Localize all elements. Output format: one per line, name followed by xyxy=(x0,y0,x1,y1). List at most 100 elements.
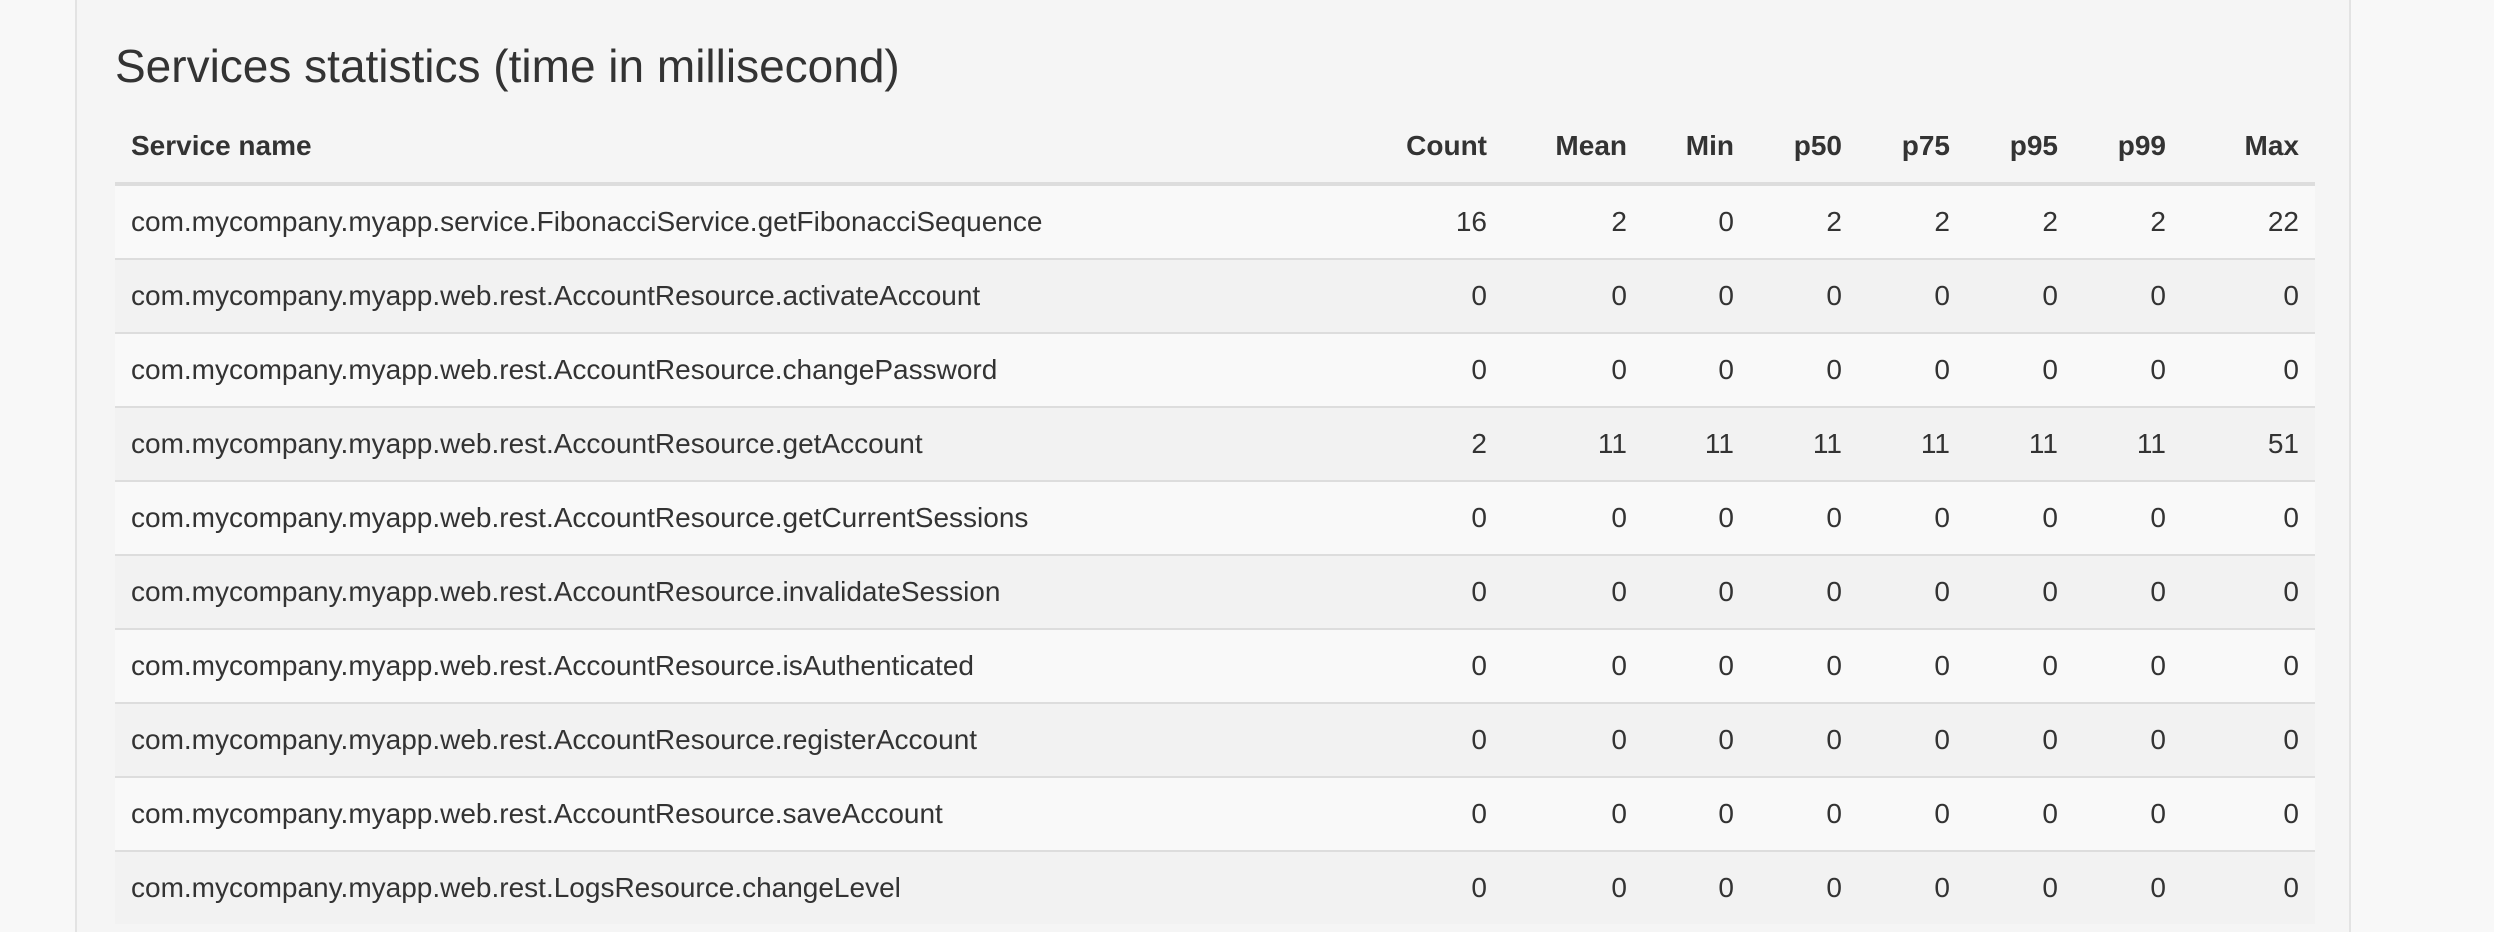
column-header-p75: p75 xyxy=(1858,110,1966,186)
max-cell: 0 xyxy=(2182,702,2315,777)
p75-cell: 0 xyxy=(1858,776,1966,851)
p99-cell: 0 xyxy=(2074,258,2182,333)
count-cell: 0 xyxy=(1378,776,1503,851)
min-cell: 0 xyxy=(1643,258,1750,333)
p99-cell: 0 xyxy=(2074,776,2182,851)
min-cell: 0 xyxy=(1643,702,1750,777)
page: Services statistics (time in millisecond… xyxy=(0,0,2494,932)
mean-cell: 0 xyxy=(1503,480,1643,555)
max-cell: 0 xyxy=(2182,258,2315,333)
p75-cell: 0 xyxy=(1858,702,1966,777)
service-name-cell: com.mycompany.myapp.service.FibonacciSer… xyxy=(115,183,1378,259)
column-header-min: Min xyxy=(1643,110,1750,186)
service-name-cell: com.mycompany.myapp.web.rest.AccountReso… xyxy=(115,332,1378,407)
p95-cell: 0 xyxy=(1966,850,2074,924)
count-cell: 0 xyxy=(1378,258,1503,333)
p75-cell: 0 xyxy=(1858,850,1966,924)
services-statistics-panel: Services statistics (time in millisecond… xyxy=(75,0,2351,932)
max-cell: 51 xyxy=(2182,406,2315,481)
mean-cell: 0 xyxy=(1503,332,1643,407)
table-row: com.mycompany.myapp.web.rest.AccountReso… xyxy=(115,554,2315,629)
mean-cell: 0 xyxy=(1503,628,1643,703)
mean-cell: 0 xyxy=(1503,258,1643,333)
max-cell: 0 xyxy=(2182,554,2315,629)
min-cell: 0 xyxy=(1643,776,1750,851)
p50-cell: 0 xyxy=(1750,628,1858,703)
p95-cell: 0 xyxy=(1966,702,2074,777)
column-header-service-name: Service name xyxy=(115,110,1378,186)
p75-cell: 0 xyxy=(1858,332,1966,407)
p99-cell: 0 xyxy=(2074,554,2182,629)
min-cell: 11 xyxy=(1643,406,1750,481)
p50-cell: 0 xyxy=(1750,480,1858,555)
p75-cell: 0 xyxy=(1858,480,1966,555)
table-body: com.mycompany.myapp.service.FibonacciSer… xyxy=(115,183,2315,924)
p75-cell: 0 xyxy=(1858,554,1966,629)
p99-cell: 0 xyxy=(2074,480,2182,555)
min-cell: 0 xyxy=(1643,554,1750,629)
service-name-cell: com.mycompany.myapp.web.rest.AccountReso… xyxy=(115,406,1378,481)
p75-cell: 0 xyxy=(1858,628,1966,703)
mean-cell: 0 xyxy=(1503,850,1643,924)
min-cell: 0 xyxy=(1643,332,1750,407)
count-cell: 16 xyxy=(1378,183,1503,259)
min-cell: 0 xyxy=(1643,628,1750,703)
count-cell: 0 xyxy=(1378,332,1503,407)
table-row: com.mycompany.myapp.web.rest.AccountReso… xyxy=(115,332,2315,407)
max-cell: 0 xyxy=(2182,628,2315,703)
count-cell: 0 xyxy=(1378,702,1503,777)
table-row: com.mycompany.myapp.web.rest.AccountReso… xyxy=(115,258,2315,333)
p50-cell: 0 xyxy=(1750,850,1858,924)
max-cell: 0 xyxy=(2182,332,2315,407)
table-header: Service name Count Mean Min p50 p75 p95 … xyxy=(115,110,2315,186)
mean-cell: 0 xyxy=(1503,776,1643,851)
p50-cell: 0 xyxy=(1750,554,1858,629)
p99-cell: 2 xyxy=(2074,183,2182,259)
min-cell: 0 xyxy=(1643,850,1750,924)
count-cell: 0 xyxy=(1378,850,1503,924)
p50-cell: 2 xyxy=(1750,183,1858,259)
column-header-max: Max xyxy=(2182,110,2315,186)
max-cell: 0 xyxy=(2182,776,2315,851)
mean-cell: 11 xyxy=(1503,406,1643,481)
p95-cell: 0 xyxy=(1966,554,2074,629)
column-header-p95: p95 xyxy=(1966,110,2074,186)
service-name-cell: com.mycompany.myapp.web.rest.AccountReso… xyxy=(115,480,1378,555)
table-row: com.mycompany.myapp.web.rest.AccountReso… xyxy=(115,480,2315,555)
services-statistics-table: Service name Count Mean Min p50 p75 p95 … xyxy=(115,110,2315,924)
column-header-p50: p50 xyxy=(1750,110,1858,186)
table-row: com.mycompany.myapp.service.FibonacciSer… xyxy=(115,183,2315,259)
p99-cell: 0 xyxy=(2074,850,2182,924)
table-row: com.mycompany.myapp.web.rest.AccountReso… xyxy=(115,628,2315,703)
p75-cell: 2 xyxy=(1858,183,1966,259)
p95-cell: 11 xyxy=(1966,406,2074,481)
p95-cell: 0 xyxy=(1966,480,2074,555)
column-header-count: Count xyxy=(1378,110,1503,186)
table-row: com.mycompany.myapp.web.rest.LogsResourc… xyxy=(115,850,2315,924)
p95-cell: 0 xyxy=(1966,258,2074,333)
mean-cell: 2 xyxy=(1503,183,1643,259)
table-row: com.mycompany.myapp.web.rest.AccountReso… xyxy=(115,406,2315,481)
p95-cell: 0 xyxy=(1966,776,2074,851)
service-name-cell: com.mycompany.myapp.web.rest.AccountReso… xyxy=(115,628,1378,703)
p99-cell: 0 xyxy=(2074,628,2182,703)
count-cell: 0 xyxy=(1378,480,1503,555)
max-cell: 22 xyxy=(2182,183,2315,259)
p50-cell: 11 xyxy=(1750,406,1858,481)
service-name-cell: com.mycompany.myapp.web.rest.AccountReso… xyxy=(115,258,1378,333)
column-header-mean: Mean xyxy=(1503,110,1643,186)
p99-cell: 0 xyxy=(2074,702,2182,777)
p99-cell: 11 xyxy=(2074,406,2182,481)
header-row: Service name Count Mean Min p50 p75 p95 … xyxy=(115,110,2315,186)
p75-cell: 0 xyxy=(1858,258,1966,333)
table-row: com.mycompany.myapp.web.rest.AccountReso… xyxy=(115,702,2315,777)
count-cell: 0 xyxy=(1378,628,1503,703)
count-cell: 2 xyxy=(1378,406,1503,481)
p99-cell: 0 xyxy=(2074,332,2182,407)
max-cell: 0 xyxy=(2182,850,2315,924)
p75-cell: 11 xyxy=(1858,406,1966,481)
p50-cell: 0 xyxy=(1750,258,1858,333)
table-row: com.mycompany.myapp.web.rest.AccountReso… xyxy=(115,776,2315,851)
column-header-p99: p99 xyxy=(2074,110,2182,186)
min-cell: 0 xyxy=(1643,480,1750,555)
